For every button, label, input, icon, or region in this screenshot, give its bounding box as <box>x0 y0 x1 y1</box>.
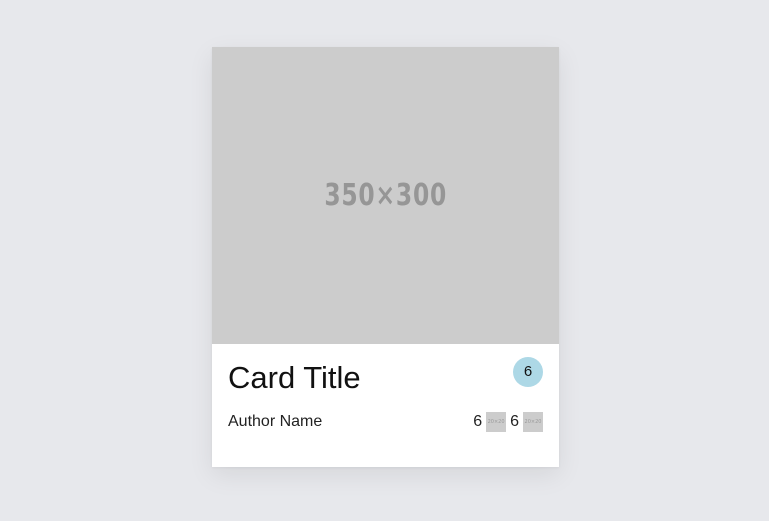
card-title: Card Title <box>228 360 361 395</box>
stat-count-1: 6 <box>473 413 483 430</box>
card-image-placeholder: 350×300 <box>212 47 559 344</box>
placeholder-icon-label: 20×20 <box>524 419 542 425</box>
card-image-label: 350×300 <box>324 178 447 213</box>
placeholder-icon[interactable]: 20×20 <box>486 412 507 432</box>
card-body: Card Title 6 Author Name 6 20×20 6 20×20 <box>212 344 559 467</box>
page-background: 350×300 Card Title 6 Author Name 6 20×20… <box>0 0 769 521</box>
placeholder-icon-label: 20×20 <box>487 419 505 425</box>
author-name[interactable]: Author Name <box>228 413 322 431</box>
placeholder-icon[interactable]: 20×20 <box>523 412 543 432</box>
card-stats: 6 20×20 6 20×20 <box>473 411 543 433</box>
card[interactable]: 350×300 Card Title 6 Author Name 6 20×20… <box>212 47 559 467</box>
stat-count-2: 6 <box>510 413 519 430</box>
count-badge: 6 <box>513 357 543 387</box>
